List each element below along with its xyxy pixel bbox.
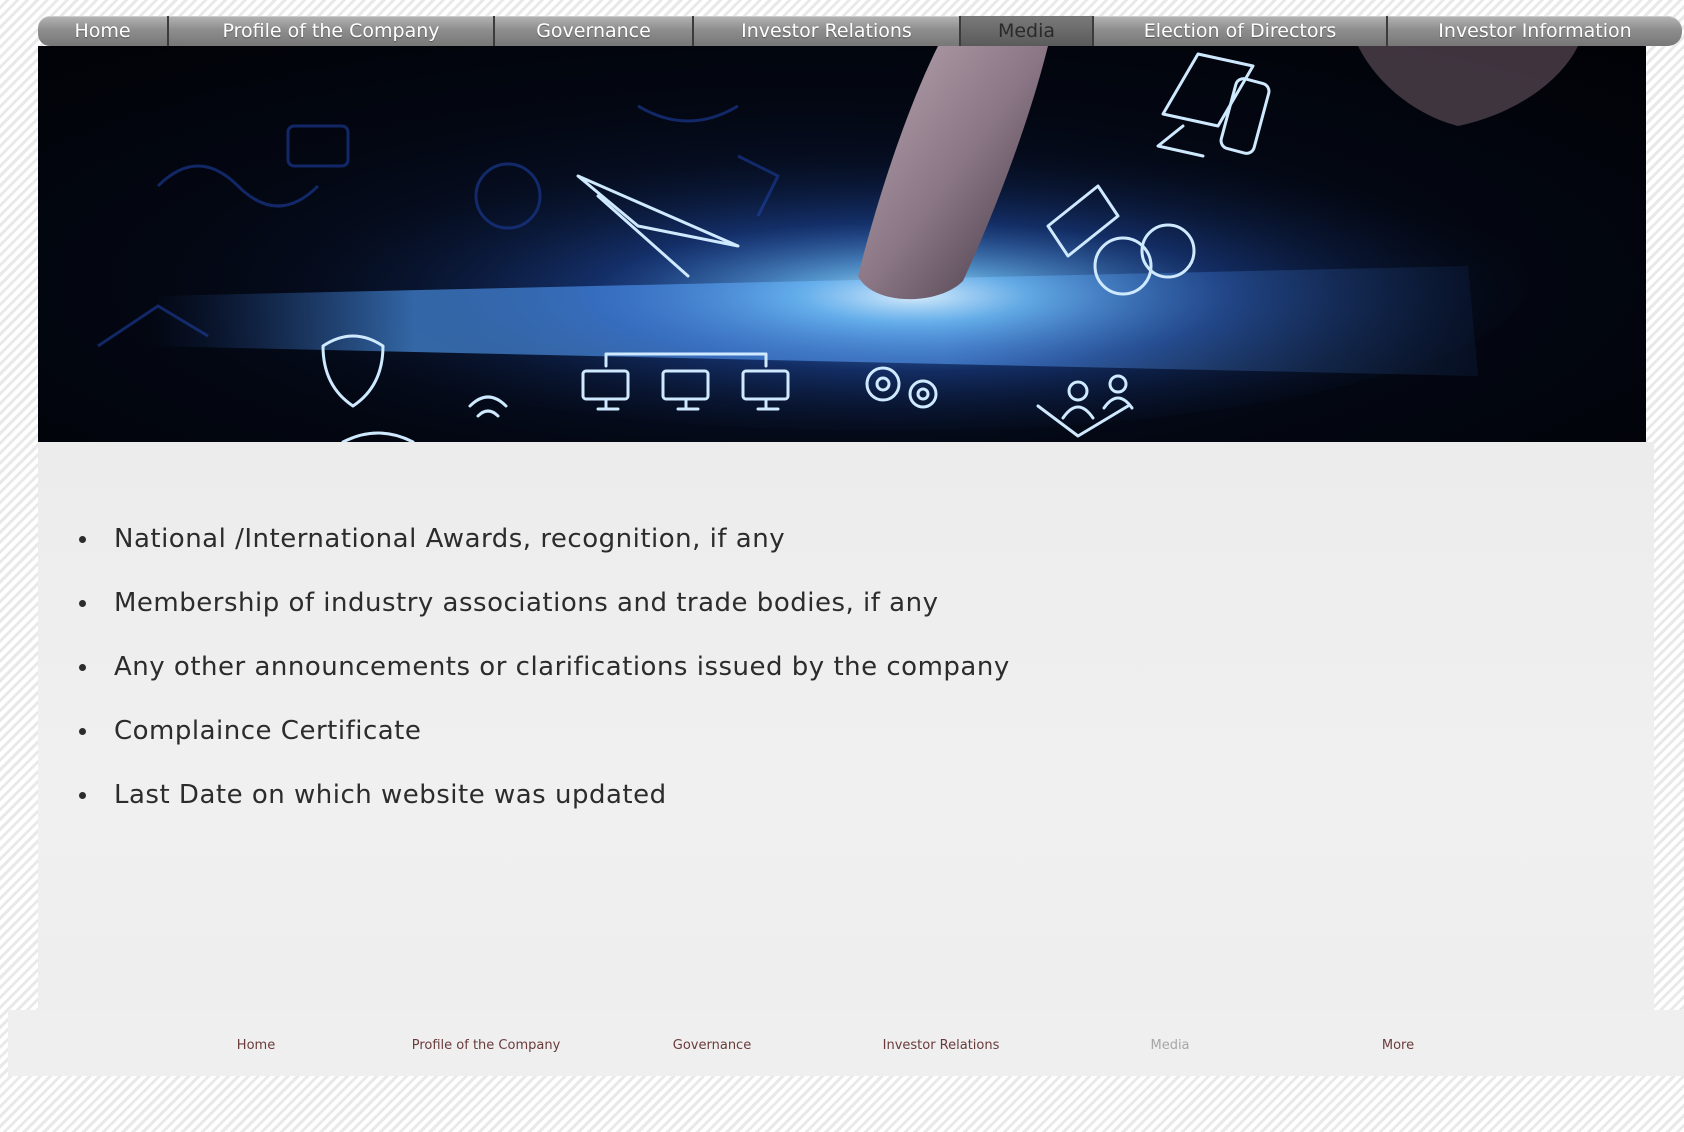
list-item-last-updated[interactable]: Last Date on which website was updated <box>74 780 1010 844</box>
monitor-icon <box>1161 52 1255 128</box>
wifi-icon <box>468 395 508 418</box>
bullet-icon <box>79 728 86 735</box>
footer-link-media[interactable]: Media <box>1150 1038 1189 1053</box>
list-item-compliance-certificate[interactable]: Complaince Certificate <box>74 716 1010 780</box>
footer: Home Profile of the Company Governance I… <box>8 1010 1684 1076</box>
footer-link-investor-relations[interactable]: Investor Relations <box>883 1038 1000 1053</box>
media-content-panel: National /International Awards, recognit… <box>38 442 1654 1010</box>
nav-governance[interactable]: Governance <box>495 16 694 46</box>
bullet-icon <box>79 792 86 799</box>
nav-media[interactable]: Media <box>961 16 1094 46</box>
top-navigation: Home Profile of the Company Governance I… <box>38 16 1682 46</box>
footer-link-profile-of-the-company[interactable]: Profile of the Company <box>412 1038 561 1053</box>
hand-shadow <box>1358 46 1578 126</box>
nav-profile-of-the-company[interactable]: Profile of the Company <box>169 16 495 46</box>
hero-banner <box>38 46 1646 442</box>
mobile-icon <box>1219 77 1271 155</box>
footer-navigation: Home Profile of the Company Governance I… <box>8 1038 1684 1058</box>
list-item-memberships[interactable]: Membership of industry associations and … <box>74 588 1010 652</box>
nav-home[interactable]: Home <box>38 16 169 46</box>
bullet-icon <box>79 664 86 671</box>
nav-investor-information[interactable]: Investor Information <box>1388 16 1682 46</box>
footer-link-home[interactable]: Home <box>237 1038 275 1053</box>
list-item-awards[interactable]: National /International Awards, recognit… <box>74 524 1010 588</box>
list-item-label: National /International Awards, recognit… <box>114 524 786 554</box>
digital-network-touch-illustration <box>97 46 1578 442</box>
bullet-icon <box>79 536 86 543</box>
list-item-label: Last Date on which website was updated <box>114 780 667 810</box>
list-item-label: Any other announcements or clarification… <box>114 652 1010 682</box>
list-item-announcements[interactable]: Any other announcements or clarification… <box>74 652 1010 716</box>
footer-link-governance[interactable]: Governance <box>673 1038 751 1053</box>
list-item-label: Complaince Certificate <box>114 716 422 746</box>
footer-link-more[interactable]: More <box>1382 1038 1414 1053</box>
media-links-list: National /International Awards, recognit… <box>74 524 1010 844</box>
nav-election-of-directors[interactable]: Election of Directors <box>1094 16 1388 46</box>
list-item-label: Membership of industry associations and … <box>114 588 939 618</box>
bullet-icon <box>79 600 86 607</box>
nav-investor-relations[interactable]: Investor Relations <box>694 16 961 46</box>
